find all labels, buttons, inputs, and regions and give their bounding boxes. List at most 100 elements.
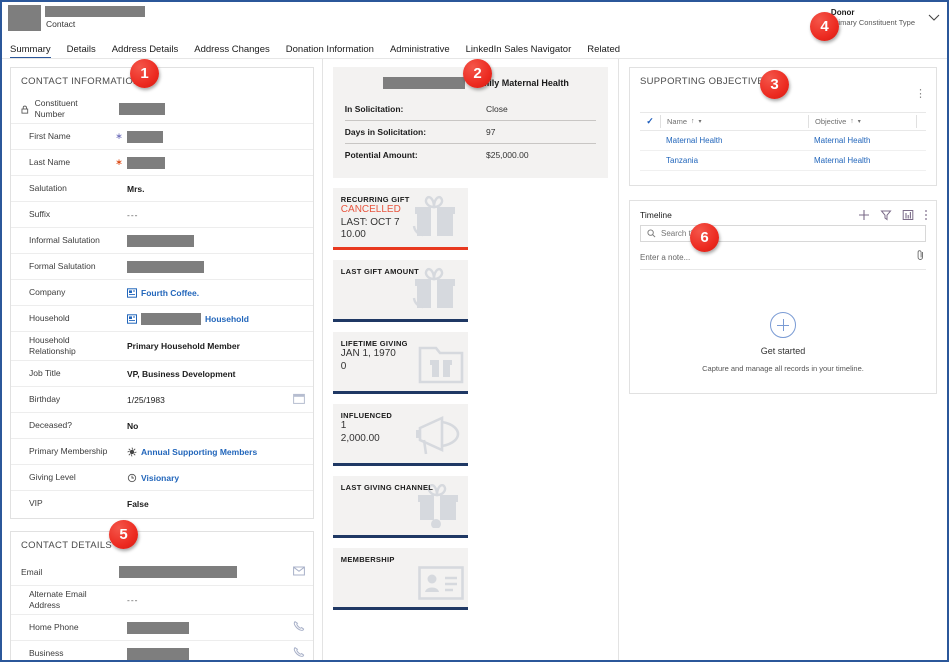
tab-related[interactable]: Related (579, 44, 628, 58)
field-value-text: --- (127, 209, 139, 220)
phone-icon[interactable] (291, 645, 305, 661)
kpi-tile-title: LAST GIFT AMOUNT (340, 267, 420, 276)
column-header-objective[interactable]: Objective ↑ ▾ (808, 115, 916, 128)
tab-summary[interactable]: Summary (8, 44, 59, 58)
field-value[interactable] (115, 566, 291, 578)
field-value[interactable]: Primary Household Member (123, 341, 291, 351)
cell-name[interactable]: Maternal Health (660, 136, 808, 145)
table-row[interactable]: Tanzania Maternal Health (640, 151, 926, 171)
field-value[interactable]: VP, Business Development (123, 369, 291, 379)
table-row[interactable]: Maternal Health Maternal Health (640, 131, 926, 151)
header-field-primary-constituent-type[interactable]: Donor Primary Constituent Type (831, 7, 941, 28)
contact-details-title: CONTACT DETAILS (21, 540, 113, 551)
field-value[interactable] (123, 621, 291, 634)
callout-badge-4: 4 (810, 12, 839, 41)
field-value[interactable]: False (123, 499, 291, 509)
kpi-tile-line: 1 (340, 420, 347, 431)
kpi-tile[interactable]: RECURRING GIFT CANCELLED LAST: OCT 7 10.00 (332, 188, 468, 250)
cell-objective[interactable]: Maternal Health (808, 136, 916, 145)
kpi-tile[interactable]: INFLUENCED 1 2,000.00 (332, 404, 468, 466)
kpi-tile[interactable]: LIFETIME GIVING JAN 1, 1970 0 (332, 332, 468, 394)
kpi-tile-title: LIFETIME GIVING (340, 339, 408, 348)
field-value[interactable]: Annual Supporting Members (123, 447, 291, 457)
sort-icon[interactable] (902, 209, 914, 221)
field-value[interactable] (123, 156, 291, 169)
callout-badge-2: 2 (463, 59, 492, 88)
kpi-tile-artwork (417, 566, 464, 605)
phone-icon (293, 620, 304, 631)
solicitation-row: Days in Solicitation: 97 (344, 121, 596, 144)
kpi-tile[interactable]: LAST GIVING CHANNEL (332, 476, 468, 538)
field-value[interactable] (115, 103, 291, 115)
field-value[interactable] (123, 647, 291, 660)
phone-icon[interactable] (291, 619, 305, 637)
field-value[interactable] (123, 130, 291, 143)
kpi-tile-line: JAN 1, 1970 (340, 348, 396, 359)
record-title-block: Contact (45, 2, 145, 29)
callout-badge-6: 6 (690, 223, 719, 252)
objectives-grid-header: ✓ Name ↑ ▾ Objective ↑ ▾ (640, 112, 926, 131)
field-value[interactable]: 1/25/1983 (123, 395, 291, 405)
field-value[interactable]: No (123, 421, 291, 431)
timeline-note-composer[interactable]: Enter a note... (640, 248, 926, 270)
redacted-value (127, 621, 189, 634)
kpi-tile-title: INFLUENCED (340, 411, 393, 420)
field-value[interactable]: Fourth Coffee. (123, 288, 291, 298)
more-icon[interactable] (924, 209, 928, 221)
chevron-down-icon[interactable]: ▾ (858, 118, 861, 125)
membership-icon (127, 446, 137, 457)
field-row: VIP False (11, 490, 313, 516)
timeline-title: Timeline (640, 210, 672, 220)
field-label: Email (21, 566, 43, 577)
redacted-value (127, 130, 163, 143)
field-row: Household Household (11, 305, 313, 331)
chevron-down-icon[interactable] (927, 10, 941, 24)
field-row: Salutation Mrs. (11, 175, 313, 201)
column-header-name[interactable]: Name ↑ ▾ (660, 115, 808, 128)
field-value[interactable]: Visionary (123, 473, 291, 483)
tab-donation-information[interactable]: Donation Information (278, 44, 382, 58)
field-row: Job Title VP, Business Development (11, 360, 313, 386)
tab-linkedin-sales-navigator[interactable]: LinkedIn Sales Navigator (458, 44, 580, 58)
tab-administrative[interactable]: Administrative (382, 44, 458, 58)
tab-address-changes[interactable]: Address Changes (186, 44, 278, 58)
field-value-text: --- (127, 595, 139, 605)
timeline-search[interactable] (640, 225, 926, 242)
add-circle-icon[interactable] (770, 312, 796, 338)
callout-badge-3: 3 (760, 70, 789, 99)
add-icon[interactable] (858, 209, 870, 221)
field-value[interactable] (123, 260, 291, 273)
more-icon[interactable]: ⋮ (915, 76, 926, 100)
field-value-text: No (127, 420, 139, 431)
field-value[interactable]: --- (123, 210, 291, 220)
attachment-icon[interactable] (916, 248, 926, 266)
field-value[interactable]: --- (123, 595, 291, 605)
form-body: CONTACT INFORMATION Constituent Number Fi… (2, 59, 947, 661)
kpi-tile[interactable]: MEMBERSHIP (332, 548, 468, 610)
cell-name[interactable]: Tanzania (660, 156, 808, 165)
field-value[interactable] (123, 234, 291, 247)
calendar-icon[interactable] (291, 391, 305, 409)
tab-details[interactable]: Details (59, 44, 104, 58)
email-icon (292, 566, 305, 576)
supporting-objectives-title: SUPPORTING OBJECTIVES (640, 76, 771, 87)
tab-address-details[interactable]: Address Details (104, 44, 187, 58)
timeline-empty-state: Get started Capture and manage all recor… (630, 270, 936, 393)
section-contact-details: CONTACT DETAILS Email Alternate Email Add… (10, 531, 314, 661)
email-icon[interactable] (291, 563, 305, 581)
kpi-tile-line: 2,000.00 (340, 432, 380, 444)
field-label: Business (29, 648, 64, 658)
crm-contact-form: Contact Donor Primary Constituent Type S… (0, 0, 949, 662)
field-value[interactable]: Household (123, 312, 291, 325)
field-value[interactable]: Mrs. (123, 184, 291, 194)
field-label: Suffix (29, 209, 51, 219)
field-value-text: False (127, 498, 149, 509)
solicitation-value: Close (486, 104, 508, 114)
select-all-checkmark-icon[interactable]: ✓ (640, 116, 660, 127)
cell-objective[interactable]: Maternal Health (808, 156, 916, 165)
timeline-toolbar (858, 209, 928, 221)
filter-icon[interactable] (880, 209, 892, 221)
phone-icon (293, 646, 304, 657)
chevron-down-icon[interactable]: ▾ (699, 118, 702, 125)
kpi-tile[interactable]: LAST GIFT AMOUNT (332, 260, 468, 322)
